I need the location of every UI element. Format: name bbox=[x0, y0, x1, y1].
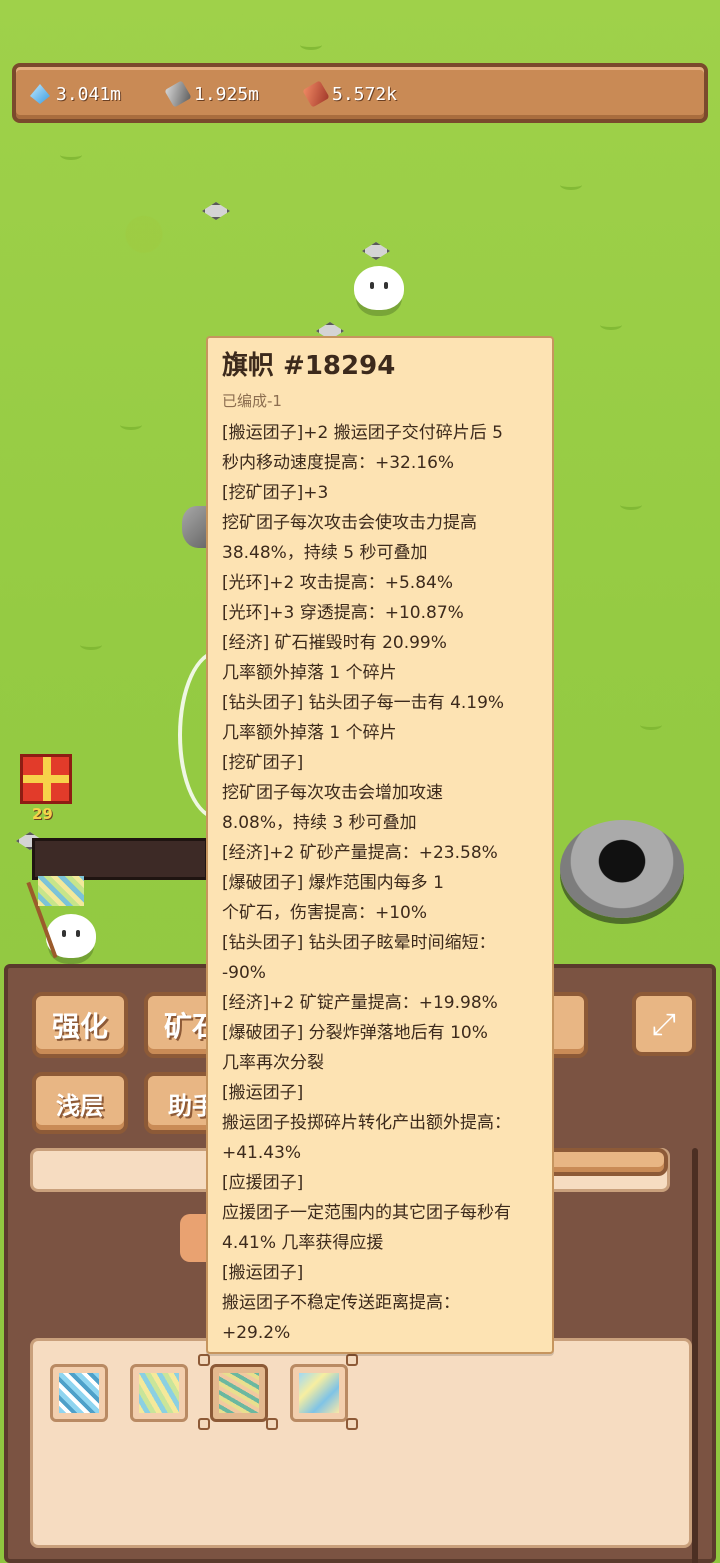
tooltip-line: [搬运团子] bbox=[222, 1263, 304, 1283]
tooltip-line: -90% bbox=[222, 963, 266, 983]
eye bbox=[62, 930, 66, 937]
grass-tuft bbox=[620, 500, 642, 510]
ore-shard[interactable] bbox=[202, 202, 230, 220]
grass-tuft bbox=[560, 180, 582, 190]
tooltip-line: [经济] 矿石摧毁时有 20.99% bbox=[222, 633, 447, 653]
flag-gem-icon bbox=[59, 1373, 99, 1413]
tooltip-line: 38.48%，持续 5 秒可叠加 bbox=[222, 543, 428, 563]
gift-box[interactable] bbox=[20, 754, 72, 804]
tooltip-line: [挖矿团子]+3 bbox=[222, 483, 329, 503]
tooltip-line: 4.41% 几率获得应援 bbox=[222, 1233, 384, 1253]
scrollbar[interactable] bbox=[692, 1148, 698, 1563]
flag-gem-icon bbox=[299, 1373, 339, 1413]
iron-ingot-icon bbox=[164, 80, 192, 108]
eye bbox=[370, 282, 374, 289]
ore-shard[interactable] bbox=[362, 242, 390, 260]
tooltip-line: [搬运团子] bbox=[222, 1083, 304, 1103]
tooltip-line: [应援团子] bbox=[222, 1173, 304, 1193]
tooltip-line: 应援团子一定范围内的其它团子每秒有 bbox=[222, 1203, 511, 1223]
tooltip-line: 秒内移动速度提高：+32.16% bbox=[222, 453, 455, 473]
tooltip-line: [挖矿团子] bbox=[222, 753, 304, 773]
resource-copper: 5.572k bbox=[302, 80, 398, 108]
tab-strengthen-label: 强化 bbox=[51, 1010, 108, 1043]
tab-strengthen[interactable]: 强化 bbox=[32, 992, 128, 1058]
tooltip-lines: [搬运团子]+2 搬运团子交付碎片后 5 秒内移动速度提高：+32.16% [挖… bbox=[222, 418, 538, 1348]
tab-shallow-label: 浅层 bbox=[56, 1091, 104, 1120]
eye bbox=[384, 282, 388, 289]
tooltip-line: [经济]+2 矿锭产量提高：+19.98% bbox=[222, 993, 498, 1013]
tooltip-subtitle: 已编成-1 bbox=[222, 392, 282, 410]
tooltip-line: +41.43% bbox=[222, 1143, 302, 1163]
tooltip-line: 搬运团子不稳定传送距离提高： bbox=[222, 1293, 460, 1313]
tooltip-title: 旗帜 #18294 bbox=[222, 351, 396, 381]
tooltip-line: 挖矿团子每次攻击会增加攻速 bbox=[222, 783, 443, 803]
tooltip-line: [光环]+3 穿透提高：+10.87% bbox=[222, 603, 464, 623]
selection-corner bbox=[198, 1418, 210, 1430]
selection-corner bbox=[346, 1418, 358, 1430]
resource-bar: 3.041m 1.925m 5.572k bbox=[12, 63, 708, 123]
tooltip-line: [钻头团子] 钻头团子每一击有 4.19% bbox=[222, 693, 505, 713]
tooltip-line: 几率再次分裂 bbox=[222, 1053, 324, 1073]
tooltip-line: 8.08%，持续 3 秒可叠加 bbox=[222, 813, 417, 833]
expand-icon: ⤢ bbox=[652, 1006, 676, 1042]
resource-diamond-value: 3.041m bbox=[56, 83, 122, 105]
tab-shallow[interactable]: 浅层 bbox=[32, 1072, 128, 1134]
grass-tuft bbox=[60, 150, 82, 160]
flag-slot-3[interactable] bbox=[210, 1364, 268, 1422]
diamond-icon bbox=[30, 84, 50, 104]
selection-corner bbox=[266, 1418, 278, 1430]
grass-tuft bbox=[300, 40, 322, 50]
grass-tuft bbox=[640, 720, 662, 730]
eye bbox=[76, 930, 80, 937]
tooltip-line: 几率额外掉落 1 个碎片 bbox=[222, 663, 397, 683]
tooltip-line: 挖矿团子每次攻击会使攻击力提高 bbox=[222, 513, 477, 533]
flag-gem-icon bbox=[139, 1373, 179, 1413]
tooltip-line: 几率额外掉落 1 个碎片 bbox=[222, 723, 397, 743]
progress-bar bbox=[32, 838, 208, 880]
selection-corner bbox=[346, 1354, 358, 1366]
tooltip-line: [光环]+2 攻击提高：+5.84% bbox=[222, 573, 453, 593]
resource-iron: 1.925m bbox=[164, 80, 260, 108]
copper-ingot-icon bbox=[302, 80, 330, 108]
flag-tooltip: 旗帜 #18294 已编成-1 [搬运团子]+2 搬运团子交付碎片后 5 秒内移… bbox=[206, 336, 554, 1354]
tooltip-line: 个矿石，伤害提高：+10% bbox=[222, 903, 428, 923]
tooltip-line: [经济]+2 矿砂产量提高：+23.58% bbox=[222, 843, 498, 863]
resource-copper-value: 5.572k bbox=[332, 83, 398, 105]
dango-creature[interactable] bbox=[354, 266, 404, 310]
resource-diamond: 3.041m bbox=[30, 81, 121, 107]
flag-slot-1[interactable] bbox=[50, 1364, 108, 1422]
flag-slot-4[interactable] bbox=[290, 1364, 348, 1422]
tooltip-line: [爆破团子] 分裂炸弹落地后有 10% bbox=[222, 1023, 488, 1043]
resource-iron-value: 1.925m bbox=[194, 83, 260, 105]
tooltip-line: [钻头团子] 钻头团子眩晕时间缩短： bbox=[222, 933, 496, 953]
tooltip-line: [爆破团子] 爆炸范围内每多 1 bbox=[222, 873, 444, 893]
flag-icon[interactable] bbox=[38, 876, 84, 906]
well[interactable] bbox=[560, 820, 684, 918]
grass-tuft bbox=[80, 640, 102, 650]
grass-tuft bbox=[120, 420, 142, 430]
flag-slot-2[interactable] bbox=[130, 1364, 188, 1422]
grass-tuft bbox=[600, 320, 622, 330]
fullscreen-button[interactable]: ⤢ bbox=[632, 992, 696, 1056]
tooltip-line: 搬运团子投掷碎片转化产出额外提高： bbox=[222, 1113, 511, 1133]
tooltip-line: [搬运团子]+2 搬运团子交付碎片后 5 bbox=[222, 423, 503, 443]
flag-gem-icon bbox=[219, 1373, 259, 1413]
selection-corner bbox=[198, 1354, 210, 1366]
tooltip-line: +29.2% bbox=[222, 1323, 291, 1343]
gift-count: 29 bbox=[32, 805, 53, 823]
